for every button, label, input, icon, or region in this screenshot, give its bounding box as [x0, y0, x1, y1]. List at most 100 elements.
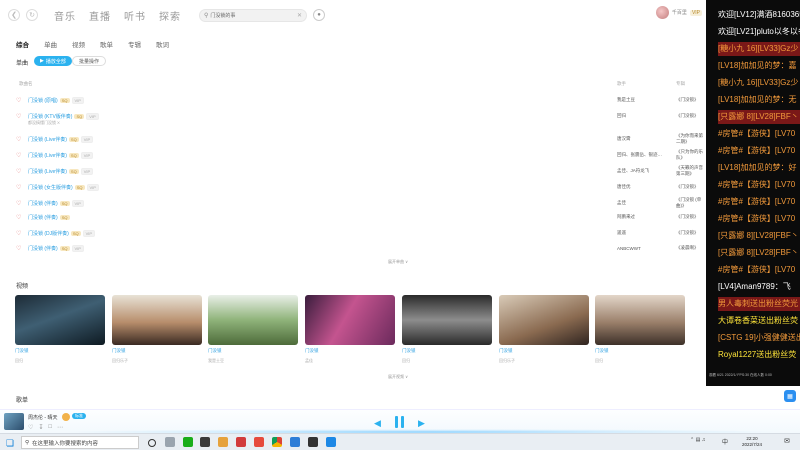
song-row[interactable]: ♡ 门没锁 (伴奏) SQ VIP 孟佳 《门没锁 (单曲)》: [16, 197, 706, 209]
next-icon[interactable]: ▶: [418, 418, 425, 429]
video-thumbnail[interactable]: [305, 295, 395, 345]
video-author[interactable]: 回归乐子: [499, 358, 589, 364]
nav-audiobook[interactable]: 听书: [124, 8, 146, 23]
heart-icon[interactable]: ♡: [16, 214, 28, 221]
video-card[interactable]: 门没锁 回归乐子: [499, 295, 589, 364]
video-thumbnail[interactable]: [112, 295, 202, 345]
nav-music[interactable]: 音乐: [54, 8, 76, 23]
taskbar-app-icon[interactable]: [236, 437, 246, 447]
song-album[interactable]: 《天籁的声音第三期》: [676, 165, 706, 177]
video-author[interactable]: 我是土豆: [208, 358, 298, 364]
notification-icon[interactable]: ✉: [784, 437, 790, 445]
tab-playlists[interactable]: 歌单: [100, 39, 113, 49]
taskbar-app-icon[interactable]: [308, 437, 318, 447]
video-title[interactable]: 门没锁: [402, 348, 492, 354]
video-title[interactable]: 门没锁: [208, 348, 298, 354]
song-title[interactable]: 门没锁 (Live伴奏): [28, 168, 67, 175]
song-artist[interactable]: 回归: [617, 113, 626, 119]
song-row[interactable]: ♡ 门没锁 (KTV版伴奏) SQ VIP 都没搞懂门没锁 X 回归 《门没锁》: [16, 111, 706, 125]
play-all-button[interactable]: ▶ 播放全部: [34, 56, 72, 66]
video-author[interactable]: 回归乐子: [112, 358, 202, 364]
song-row[interactable]: ♡ 门没锁 (原唱) SQ VIP 我是土豆 《门没锁》: [16, 95, 706, 105]
song-artist[interactable]: 唐汉霄: [617, 136, 631, 142]
refresh-icon[interactable]: ↻: [26, 9, 38, 21]
tab-singles[interactable]: 单曲: [44, 39, 57, 49]
expand-videos-link[interactable]: 展开视频 ∨: [388, 374, 408, 380]
download-icon[interactable]: ↧: [38, 424, 43, 431]
heart-icon[interactable]: ♡: [16, 245, 28, 252]
ime-indicator[interactable]: 中: [722, 437, 728, 446]
song-title[interactable]: 门没锁 (Live伴奏): [28, 152, 67, 159]
heart-icon[interactable]: ♡: [16, 230, 28, 237]
avatar[interactable]: [655, 6, 669, 19]
song-album[interactable]: 《门没锁》: [676, 97, 699, 103]
video-card[interactable]: 门没锁 孟佳: [305, 295, 395, 364]
video-author[interactable]: 回归: [595, 358, 685, 364]
video-title[interactable]: 门没锁: [15, 348, 105, 354]
video-thumbnail[interactable]: [402, 295, 492, 345]
song-artist[interactable]: 孟佳、JA符龙飞: [617, 168, 649, 174]
taskbar-app-icon[interactable]: [254, 437, 264, 447]
heart-icon[interactable]: ♡: [16, 152, 28, 159]
quality-badge[interactable]: 标准: [72, 413, 86, 419]
video-card[interactable]: 门没锁 我是土豆: [208, 295, 298, 364]
heart-icon[interactable]: ♡: [16, 97, 28, 104]
song-artist[interactable]: 回归、张震岳、银迹…: [617, 152, 662, 158]
like-icon[interactable]: ♡: [28, 424, 33, 431]
song-title[interactable]: 门没锁 (伴奏): [28, 214, 58, 221]
video-author[interactable]: 孟佳: [305, 358, 395, 364]
song-artist[interactable]: ANBCWWT: [617, 246, 641, 251]
song-album[interactable]: 《门没锁》: [676, 214, 699, 220]
nav-live[interactable]: 直播: [89, 8, 111, 23]
batch-button[interactable]: 批量操作: [72, 56, 107, 66]
song-title[interactable]: 门没锁 (伴奏): [28, 200, 58, 207]
video-thumbnail[interactable]: [208, 295, 298, 345]
video-title[interactable]: 门没锁: [112, 348, 202, 354]
user-area[interactable]: 千百里 VIP: [655, 6, 702, 19]
song-artist[interactable]: 遥遥: [617, 230, 626, 236]
previous-icon[interactable]: ◀​: [374, 418, 381, 429]
song-artist[interactable]: 阿鹏来过: [617, 214, 635, 220]
song-album[interactable]: 《门没锁》: [676, 113, 699, 119]
song-title[interactable]: 门没锁 (KTV版伴奏): [28, 113, 72, 120]
tab-lyrics[interactable]: 歌词: [156, 39, 169, 49]
song-album[interactable]: 《门没锁》: [676, 184, 699, 190]
expand-singles-link[interactable]: 展开单曲 ∨: [388, 259, 408, 265]
song-title[interactable]: 门没锁 (伴奏): [28, 245, 58, 252]
video-thumbnail[interactable]: [595, 295, 685, 345]
nav-explore[interactable]: 探索: [159, 8, 181, 23]
heart-icon[interactable]: ♡: [16, 168, 28, 175]
video-title[interactable]: 门没锁: [305, 348, 395, 354]
video-card[interactable]: 门没锁 回归: [595, 295, 685, 364]
voice-search-icon[interactable]: ●: [313, 9, 325, 21]
tab-videos[interactable]: 视频: [72, 39, 85, 49]
song-row[interactable]: ♡ 门没锁 (DJ版伴奏) SQ VIP 遥遥 《门没锁》: [16, 228, 706, 238]
song-row[interactable]: ♡ 门没锁 (Live伴奏) SQ VIP 回归、张震岳、银迹… 《只为你的乐队》: [16, 149, 706, 160]
video-author[interactable]: 回归: [402, 358, 492, 364]
video-card[interactable]: 门没锁 回归乐子: [112, 295, 202, 364]
taskbar-app-icon[interactable]: [290, 437, 300, 447]
video-card[interactable]: 门没锁 回归: [402, 295, 492, 364]
song-album[interactable]: 《门没锁 (单曲)》: [676, 197, 706, 209]
song-row[interactable]: ♡ 门没锁 (Live伴奏) SQ VIP 孟佳、JA符龙飞 《天籁的声音第三期》: [16, 165, 706, 177]
song-album[interactable]: 《凌晨啊》: [676, 245, 699, 251]
song-artist[interactable]: 孟佳: [617, 200, 626, 206]
wechat-icon[interactable]: [183, 437, 193, 447]
video-thumbnail[interactable]: [499, 295, 589, 345]
song-title[interactable]: 门没锁 (女生版伴奏): [28, 184, 73, 191]
clear-search-icon[interactable]: ✕: [297, 12, 302, 19]
taskbar-app-icon[interactable]: [326, 437, 336, 447]
video-thumbnail[interactable]: [15, 295, 105, 345]
clock[interactable]: 22:20 2022/7/24: [742, 436, 762, 448]
taskbar-app-icon[interactable]: [200, 437, 210, 447]
tray-icons[interactable]: ⌃ ▤ ♫: [690, 437, 705, 443]
heart-icon[interactable]: ♡: [16, 200, 28, 207]
song-artist[interactable]: 唐佳优: [617, 184, 631, 190]
song-title[interactable]: 门没锁 (原唱): [28, 97, 58, 104]
taskbar-app-icon[interactable]: [218, 437, 228, 447]
video-author[interactable]: 回归: [15, 358, 105, 364]
taskbar-app-icon[interactable]: [165, 437, 175, 447]
song-row[interactable]: ♡ 门没锁 (伴奏) SQ 阿鹏来过 《门没锁》: [16, 212, 706, 222]
tab-overview[interactable]: 综合: [16, 39, 29, 49]
song-row[interactable]: ♡ 门没锁 (女生版伴奏) SQ VIP 唐佳优 《门没锁》: [16, 182, 706, 192]
